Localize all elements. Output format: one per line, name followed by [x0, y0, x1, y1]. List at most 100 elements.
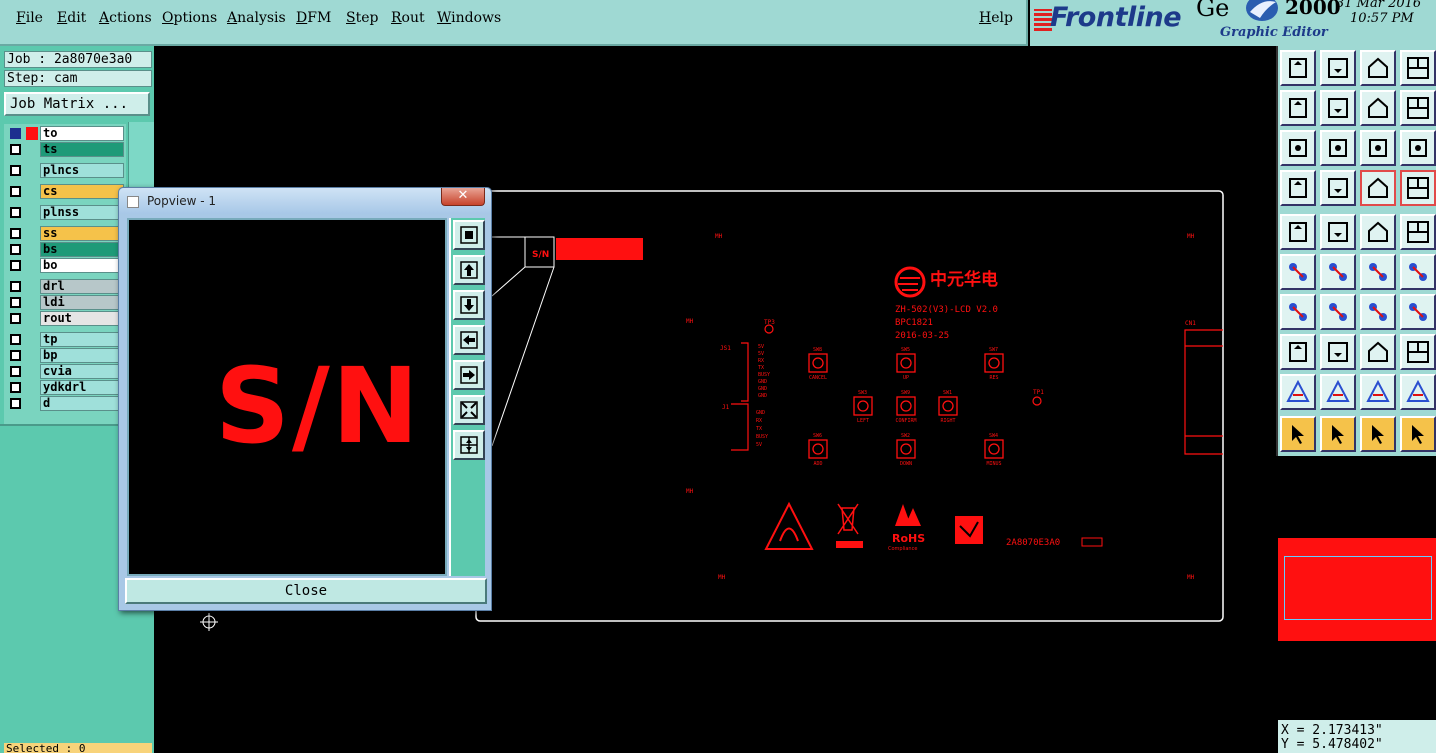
layer-row[interactable]: cs: [4, 184, 126, 199]
pan-right-button[interactable]: [453, 360, 485, 390]
layer-colors-alt-button[interactable]: [1400, 170, 1436, 206]
layer-name-to[interactable]: to: [40, 126, 124, 141]
grid-button[interactable]: [1320, 170, 1356, 206]
measure-button[interactable]: [1280, 170, 1316, 206]
layer-checkbox[interactable]: [10, 366, 21, 377]
triangle-a-button[interactable]: [1280, 374, 1316, 410]
layer-name-d[interactable]: d: [40, 396, 124, 411]
popview-zoom-view[interactable]: S/N: [127, 218, 447, 576]
layer-row[interactable]: cvia: [4, 364, 126, 379]
layer-checkbox[interactable]: [10, 313, 21, 324]
popview-close-button[interactable]: Close: [125, 578, 487, 604]
pan-left-button[interactable]: [453, 325, 485, 355]
layer-name-ydkdrl[interactable]: ydkdrl: [40, 380, 124, 395]
zoom-home-button[interactable]: [1320, 130, 1356, 166]
layer-row[interactable]: tp: [4, 332, 126, 347]
menu-help[interactable]: Help: [979, 10, 1013, 26]
flip-button[interactable]: [1400, 294, 1436, 330]
layer-row[interactable]: bo: [4, 258, 126, 273]
layer-checkbox[interactable]: [10, 244, 21, 255]
popview-titlebar[interactable]: Popview - 1 ✕: [119, 188, 491, 214]
save-button[interactable]: [1320, 50, 1356, 86]
job-matrix-button[interactable]: Job Matrix ...: [4, 92, 150, 116]
next-step-button[interactable]: [1320, 90, 1356, 126]
segment-button[interactable]: [1320, 334, 1356, 370]
layer-row[interactable]: ss: [4, 226, 126, 241]
layer-checkbox[interactable]: [10, 382, 21, 393]
layer-name-bs[interactable]: bs: [40, 242, 124, 257]
layer-checkbox[interactable]: [10, 144, 21, 155]
layer-checkbox[interactable]: [10, 128, 21, 139]
layer-name-ss[interactable]: ss: [40, 226, 124, 241]
layer-colors-button[interactable]: [1360, 170, 1396, 206]
layer-checkbox[interactable]: [10, 165, 21, 176]
layer-name-cvia[interactable]: cvia: [40, 364, 124, 379]
redraw-button[interactable]: [1400, 90, 1436, 126]
net-route-button[interactable]: [1400, 416, 1436, 452]
layer-row[interactable]: ldi: [4, 295, 126, 310]
snap-point-button[interactable]: [1280, 334, 1316, 370]
menu-options[interactable]: Options: [162, 10, 217, 26]
select-box-button[interactable]: [1320, 416, 1356, 452]
menu-step[interactable]: Step: [346, 10, 378, 26]
ruler-button[interactable]: [1360, 214, 1396, 250]
layer-row[interactable]: ts: [4, 142, 126, 157]
overview-panel[interactable]: [1278, 458, 1436, 720]
triangle-c-button[interactable]: [1360, 374, 1396, 410]
move-node-button[interactable]: [1360, 254, 1396, 290]
menu-rout[interactable]: Rout: [391, 10, 425, 26]
menu-edit[interactable]: Edit: [57, 10, 86, 26]
zoom-ratio-button[interactable]: [1360, 130, 1396, 166]
select-pointer-button[interactable]: [1280, 416, 1316, 452]
layer-name-tp[interactable]: tp: [40, 332, 124, 347]
layer-checkbox[interactable]: [10, 281, 21, 292]
draw-angle-button[interactable]: [1280, 294, 1316, 330]
layer-name-rout[interactable]: rout: [40, 311, 124, 326]
layer-checkbox[interactable]: [10, 334, 21, 345]
draw-slash-button[interactable]: [1320, 294, 1356, 330]
layer-name-bp[interactable]: bp: [40, 348, 124, 363]
help-button[interactable]: [1400, 130, 1436, 166]
menu-windows[interactable]: Windows: [437, 10, 501, 26]
layer-checkbox[interactable]: [10, 350, 21, 361]
previous-step-button[interactable]: [1280, 90, 1316, 126]
add-pad-button[interactable]: [1280, 214, 1316, 250]
layer-checkbox[interactable]: [10, 228, 21, 239]
menu-actions[interactable]: Actions: [99, 10, 152, 26]
layer-name-ldi[interactable]: ldi: [40, 295, 124, 310]
layer-row[interactable]: bs: [4, 242, 126, 257]
layer-checkbox[interactable]: [10, 260, 21, 271]
cross-select-button[interactable]: [1320, 254, 1356, 290]
layer-name-plnss[interactable]: plnss: [40, 205, 124, 220]
menu-analysis[interactable]: Analysis: [227, 10, 286, 26]
home-button[interactable]: [1360, 50, 1396, 86]
layer-name-cs[interactable]: cs: [40, 184, 124, 199]
layer-name-ts[interactable]: ts: [40, 142, 124, 157]
layer-row[interactable]: d: [4, 396, 126, 411]
add-surface-button[interactable]: [1400, 214, 1436, 250]
layer-row[interactable]: plnss: [4, 205, 126, 220]
cluster-button[interactable]: [1400, 334, 1436, 370]
rotate-node-button[interactable]: [1400, 254, 1436, 290]
dimension-button[interactable]: [1360, 334, 1396, 370]
add-line-button[interactable]: [1320, 214, 1356, 250]
layer-row[interactable]: bp: [4, 348, 126, 363]
zoom-fit-button[interactable]: [1280, 130, 1316, 166]
layer-checkbox[interactable]: [10, 398, 21, 409]
zoom-fit-button[interactable]: [453, 220, 485, 250]
layer-checkbox[interactable]: [10, 297, 21, 308]
layer-row[interactable]: ydkdrl: [4, 380, 126, 395]
select-arrow-button[interactable]: [1360, 416, 1396, 452]
layer-checkbox[interactable]: [10, 186, 21, 197]
triangle-d-button[interactable]: [1400, 374, 1436, 410]
swap-button[interactable]: [1360, 90, 1396, 126]
layer-checkbox[interactable]: [10, 207, 21, 218]
layer-name-drl[interactable]: drl: [40, 279, 124, 294]
zoom-in-button[interactable]: [453, 395, 485, 425]
layer-row[interactable]: drl: [4, 279, 126, 294]
menu-file[interactable]: File: [16, 10, 43, 26]
pan-down-button[interactable]: [453, 290, 485, 320]
connect-nodes-button[interactable]: [1280, 254, 1316, 290]
window-layout-button[interactable]: [1400, 50, 1436, 86]
menu-dfm[interactable]: DFM: [296, 10, 331, 26]
